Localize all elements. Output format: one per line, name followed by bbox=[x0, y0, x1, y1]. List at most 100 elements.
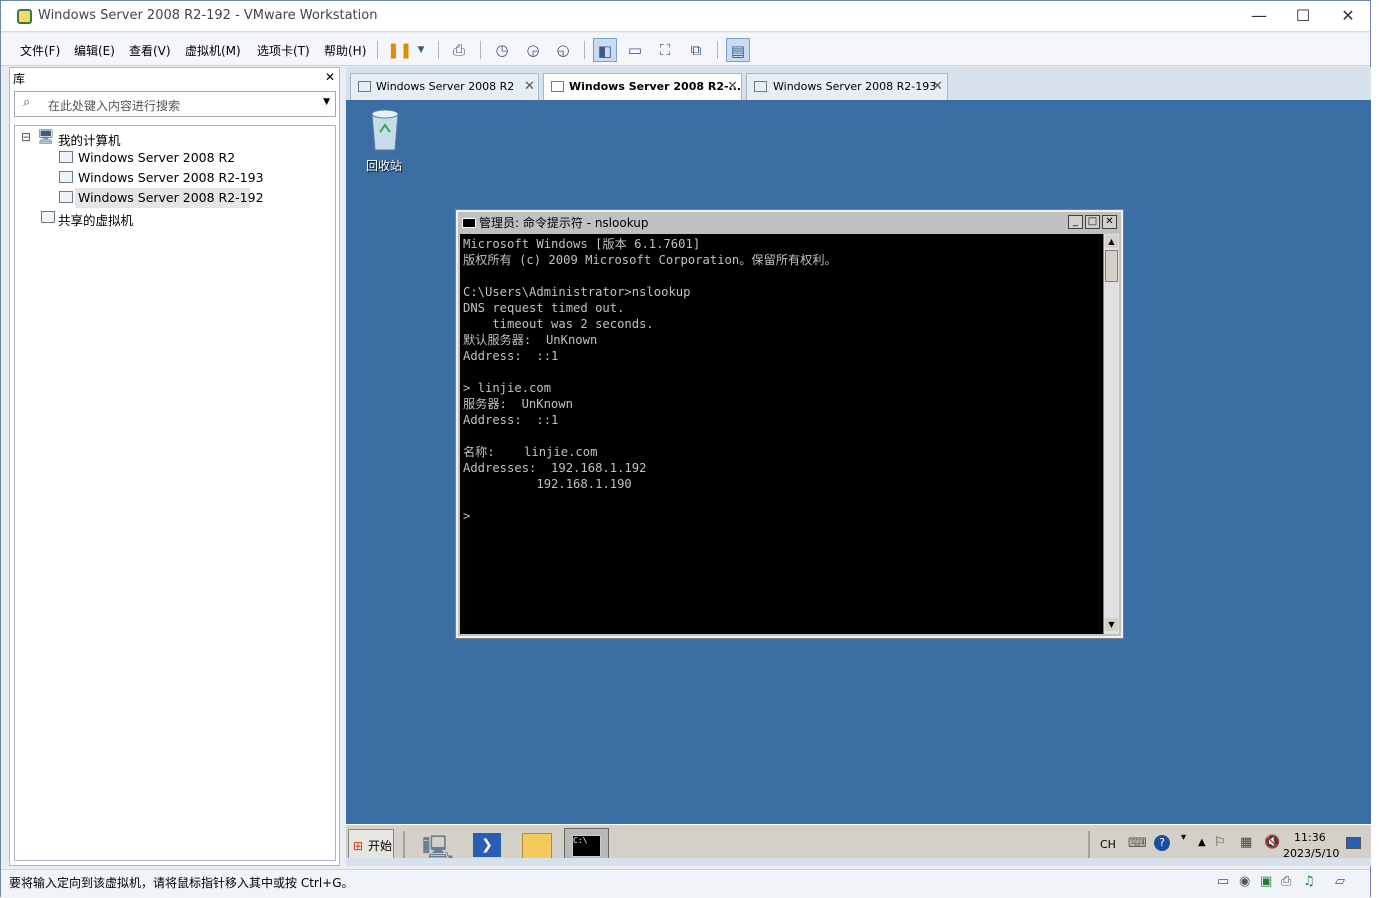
show-desktop-icon[interactable] bbox=[1346, 837, 1361, 849]
cmd-scrollbar[interactable]: ▲ ▼ bbox=[1103, 234, 1119, 634]
status-text: 要将输入定向到该虚拟机，请将鼠标指针移入其中或按 Ctrl+G。 bbox=[9, 876, 354, 890]
tab-vm[interactable]: Windows Server 2008 R2 ✕ bbox=[350, 73, 539, 100]
tab-close-button[interactable]: ✕ bbox=[932, 74, 943, 100]
vm-icon bbox=[59, 151, 73, 163]
tab-vm[interactable]: Windows Server 2008 R2-193 ✕ bbox=[746, 73, 948, 100]
hard-disk-icon[interactable]: ▭ bbox=[1217, 874, 1229, 889]
snapshot-manager-icon[interactable]: ◵ bbox=[551, 38, 575, 62]
menu-view[interactable]: 查看(V) bbox=[129, 42, 171, 59]
library-panel: 库 ✕ ⌕ 在此处键入内容进行搜索 ▼ ⊟ 🖥 我的计算机 Windows Se… bbox=[9, 67, 340, 866]
title-bar: Windows Server 2008 R2-192 - VMware Work… bbox=[1, 1, 1370, 32]
snapshot-icon[interactable]: ◷ bbox=[490, 38, 514, 62]
library-search-box[interactable]: ⌕ 在此处键入内容进行搜索 ▼ bbox=[14, 91, 336, 117]
taskbar-cmd-button[interactable]: C:\ bbox=[564, 828, 609, 858]
clock-date[interactable]: 2023/5/10 bbox=[1283, 847, 1339, 858]
scroll-thumb[interactable] bbox=[1105, 250, 1118, 282]
window-title: Windows Server 2008 R2-192 - VMware Work… bbox=[38, 8, 378, 23]
toolbar-separator bbox=[438, 41, 439, 59]
volume-muted-icon[interactable]: 🔇 bbox=[1264, 835, 1280, 850]
scroll-up-icon[interactable]: ▲ bbox=[1105, 235, 1118, 248]
library-close-button[interactable]: ✕ bbox=[325, 70, 335, 84]
maximize-button[interactable]: ☐ bbox=[1283, 5, 1323, 27]
scroll-down-icon[interactable]: ▼ bbox=[1105, 618, 1118, 631]
windows-logo-icon: ⊞ bbox=[353, 839, 364, 853]
tab-close-button[interactable]: ✕ bbox=[727, 74, 738, 100]
sound-card-icon[interactable]: ♫ bbox=[1303, 874, 1315, 889]
powershell-icon[interactable]: ❯ bbox=[473, 833, 501, 857]
cmd-output[interactable]: Microsoft Windows [版本 6.1.7601] 版权所有 (c)… bbox=[460, 234, 1103, 634]
taskbar-separator bbox=[1088, 831, 1090, 858]
action-center-flag-icon[interactable]: ⚐ bbox=[1214, 835, 1226, 850]
recycle-bin[interactable]: 回收站 bbox=[366, 106, 404, 174]
cmd-window[interactable]: 管理员: 命令提示符 - nslookup _ □ ✕ Microsoft Wi… bbox=[455, 209, 1124, 639]
toolbar-separator bbox=[480, 41, 481, 59]
search-input[interactable]: 在此处键入内容进行搜索 bbox=[48, 97, 180, 114]
menu-vm[interactable]: 虚拟机(M) bbox=[185, 42, 241, 59]
guest-desktop[interactable]: 回收站 管理员: 命令提示符 - nslookup _ □ ✕ Microsof… bbox=[346, 100, 1371, 858]
show-library-icon[interactable]: ◧ bbox=[593, 38, 617, 62]
close-button[interactable]: ✕ bbox=[1328, 5, 1368, 27]
recycle-bin-icon bbox=[371, 109, 399, 151]
network-icon[interactable]: ▦ bbox=[1240, 835, 1252, 850]
console-view-icon[interactable]: ▤ bbox=[726, 38, 750, 62]
show-hidden-icons-icon[interactable]: ▲ bbox=[1198, 837, 1206, 848]
explorer-folder-icon[interactable] bbox=[522, 833, 552, 858]
library-header: 库 ✕ bbox=[10, 68, 339, 88]
send-ctrl-alt-del-icon[interactable]: ⎙ bbox=[447, 38, 471, 62]
shared-vm-icon bbox=[41, 211, 55, 223]
ime-options-icon[interactable]: ▾ bbox=[1181, 832, 1186, 843]
vm-icon bbox=[551, 81, 564, 92]
revert-snapshot-icon[interactable]: ◶ bbox=[521, 38, 545, 62]
tab-label: Windows Server 2008 R2 bbox=[376, 80, 515, 93]
vm-icon bbox=[358, 81, 371, 92]
tab-label: Windows Server 2008 R2-... bbox=[569, 80, 742, 93]
tab-vm-active[interactable]: Windows Server 2008 R2-... ✕ bbox=[543, 73, 742, 100]
start-label: 开始 bbox=[368, 839, 393, 853]
start-button[interactable]: ⊞ 开始 bbox=[348, 829, 394, 858]
tree-item-shared-vms[interactable]: 共享的虚拟机 bbox=[58, 210, 133, 229]
toolbar-separator bbox=[584, 41, 585, 59]
keyboard-icon[interactable]: ⌨ bbox=[1128, 836, 1147, 851]
cd-dvd-icon[interactable]: ◉ bbox=[1239, 874, 1250, 889]
vm-content-area: Windows Server 2008 R2 ✕ Windows Server … bbox=[346, 67, 1371, 866]
vm-icon bbox=[59, 191, 73, 203]
language-indicator[interactable]: CH bbox=[1100, 838, 1116, 851]
menu-file[interactable]: 文件(F) bbox=[20, 42, 60, 59]
cmd-minimize-button[interactable]: _ bbox=[1068, 215, 1083, 229]
vm-icon bbox=[59, 171, 73, 183]
toolbar-separator bbox=[717, 41, 718, 59]
minimize-button[interactable]: — bbox=[1239, 5, 1279, 27]
cmd-app-icon: C:\ bbox=[572, 835, 601, 857]
toolbar-separator bbox=[377, 41, 378, 59]
vmware-logo-icon bbox=[17, 9, 32, 24]
cmd-title-bar: 管理员: 命令提示符 - nslookup _ □ ✕ bbox=[460, 214, 1119, 232]
tree-item-vm-selected[interactable]: Windows Server 2008 R2-192 bbox=[78, 190, 264, 205]
recycle-bin-label: 回收站 bbox=[366, 159, 403, 173]
tree-item-vm[interactable]: Windows Server 2008 R2 bbox=[78, 150, 235, 165]
network-adapter-icon[interactable]: ▣ bbox=[1260, 874, 1272, 889]
message-log-icon[interactable]: ▱ bbox=[1335, 874, 1345, 889]
chevron-down-icon[interactable]: ▼ bbox=[323, 97, 330, 107]
tree-collapse-icon[interactable]: ⊟ bbox=[21, 130, 31, 144]
vmware-window: Windows Server 2008 R2-192 - VMware Work… bbox=[0, 0, 1371, 898]
pause-icon[interactable]: ❚❚ bbox=[387, 38, 412, 62]
chevron-down-icon[interactable]: ▼ bbox=[409, 38, 433, 62]
thumbnail-bar-icon[interactable]: ▭ bbox=[623, 38, 647, 62]
menu-help[interactable]: 帮助(H) bbox=[324, 42, 366, 59]
full-screen-icon[interactable]: ⛶ bbox=[653, 38, 677, 62]
menu-edit[interactable]: 编辑(E) bbox=[74, 42, 115, 59]
clock-time[interactable]: 11:36 bbox=[1294, 831, 1326, 844]
tree-root-my-computer[interactable]: 我的计算机 bbox=[58, 130, 121, 149]
tab-close-button[interactable]: ✕ bbox=[524, 74, 535, 100]
menu-bar: 文件(F) 编辑(E) 查看(V) 虚拟机(M) 选项卡(T) 帮助(H) ❚❚… bbox=[1, 33, 1370, 66]
library-tree: ⊟ 🖥 我的计算机 Windows Server 2008 R2 Windows… bbox=[14, 125, 336, 861]
search-icon: ⌕ bbox=[23, 95, 31, 110]
unity-icon[interactable]: ⧉ bbox=[684, 38, 708, 62]
tree-item-vm[interactable]: Windows Server 2008 R2-193 bbox=[78, 170, 264, 185]
menu-tabs[interactable]: 选项卡(T) bbox=[257, 42, 310, 59]
server-manager-icon[interactable]: 🖳 bbox=[422, 831, 454, 858]
help-icon[interactable]: ? bbox=[1154, 835, 1170, 851]
cmd-close-button[interactable]: ✕ bbox=[1102, 215, 1117, 229]
printer-icon[interactable]: ⎙ bbox=[1281, 874, 1291, 889]
cmd-maximize-button[interactable]: □ bbox=[1085, 215, 1100, 229]
